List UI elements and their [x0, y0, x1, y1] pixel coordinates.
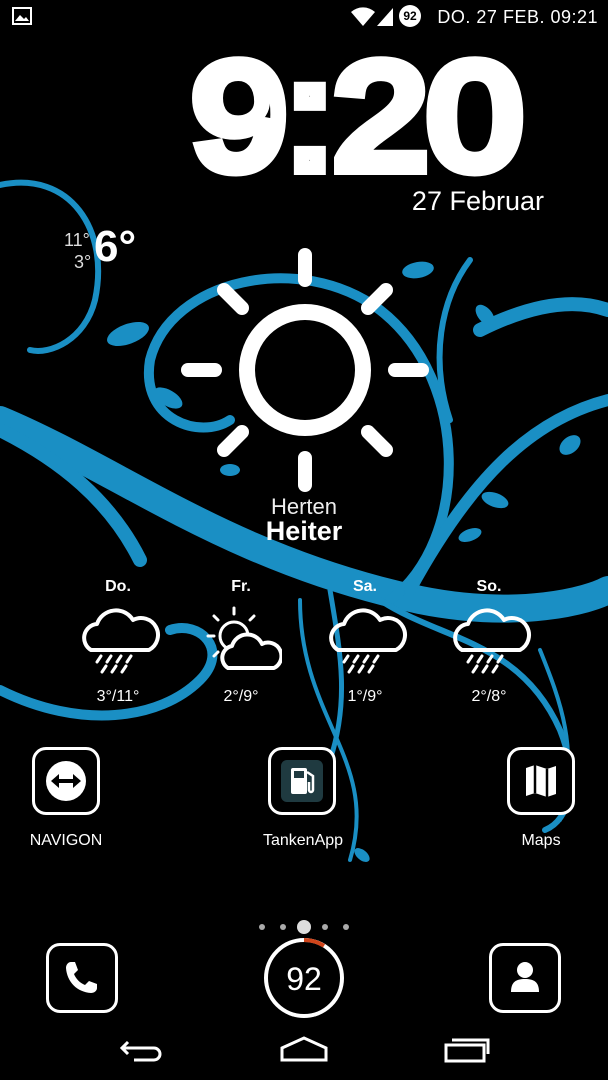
- maps-label: Maps: [521, 832, 561, 849]
- rain-cloud-icon: [329, 608, 407, 674]
- forecast-temp: 2°/8°: [471, 688, 507, 705]
- navigon-app-button[interactable]: [32, 747, 100, 815]
- phone-button[interactable]: [46, 943, 118, 1013]
- page-dot: [259, 924, 265, 930]
- navigon-icon: [46, 761, 86, 801]
- gallery-notification-icon: [12, 7, 32, 25]
- battery-widget[interactable]: 92: [262, 936, 346, 1020]
- navigon-label: NAVIGON: [29, 832, 103, 849]
- forecast-temp: 3°/11°: [96, 688, 140, 705]
- forecast-day: Do.: [105, 578, 131, 595]
- maps-app-button[interactable]: [507, 747, 575, 815]
- signal-icon: [377, 8, 393, 26]
- contacts-button[interactable]: [489, 943, 561, 1013]
- page-dot: [343, 924, 349, 930]
- contact-icon: [511, 962, 539, 992]
- clock-time[interactable]: 9:20: [185, 48, 530, 178]
- tankenapp-label: TankenApp: [262, 832, 344, 849]
- temp-high: 11°: [64, 230, 90, 250]
- forecast-temp: 2°/9°: [223, 688, 259, 705]
- recent-apps-icon[interactable]: [442, 1034, 492, 1064]
- weather-condition: Heiter: [265, 516, 343, 546]
- temp-current[interactable]: 6°: [94, 222, 136, 272]
- battery-badge: 92: [399, 5, 421, 27]
- clock-digits: 9:20: [192, 48, 522, 178]
- forecast-temp: 1°/9°: [347, 688, 383, 705]
- partly-cloudy-icon: [206, 606, 282, 670]
- battery-widget-value: 92: [286, 961, 322, 997]
- status-bar[interactable]: 92 DO. 27 FEB. 09:21: [0, 0, 608, 34]
- forecast-day: Sa.: [352, 578, 377, 595]
- page-dot: [322, 924, 328, 930]
- fuel-pump-icon: [281, 760, 323, 802]
- map-icon: [526, 765, 556, 797]
- page-dot-active: [297, 920, 311, 934]
- phone-icon: [66, 962, 97, 993]
- forecast-day: So.: [476, 578, 502, 595]
- forecast-day: Fr.: [231, 578, 251, 595]
- status-datetime: DO. 27 FEB. 09:21: [437, 7, 598, 27]
- page-dot: [280, 924, 286, 930]
- rain-cloud-icon: [453, 608, 531, 674]
- rain-cloud-icon: [82, 608, 160, 674]
- wifi-icon: [351, 7, 375, 26]
- sun-icon[interactable]: [170, 240, 440, 510]
- temp-low: 3°: [74, 252, 92, 272]
- tankenapp-app-button[interactable]: [268, 747, 336, 815]
- clock-date: 27 Februar: [411, 186, 544, 216]
- back-icon[interactable]: [118, 1034, 166, 1064]
- home-icon[interactable]: [278, 1034, 330, 1064]
